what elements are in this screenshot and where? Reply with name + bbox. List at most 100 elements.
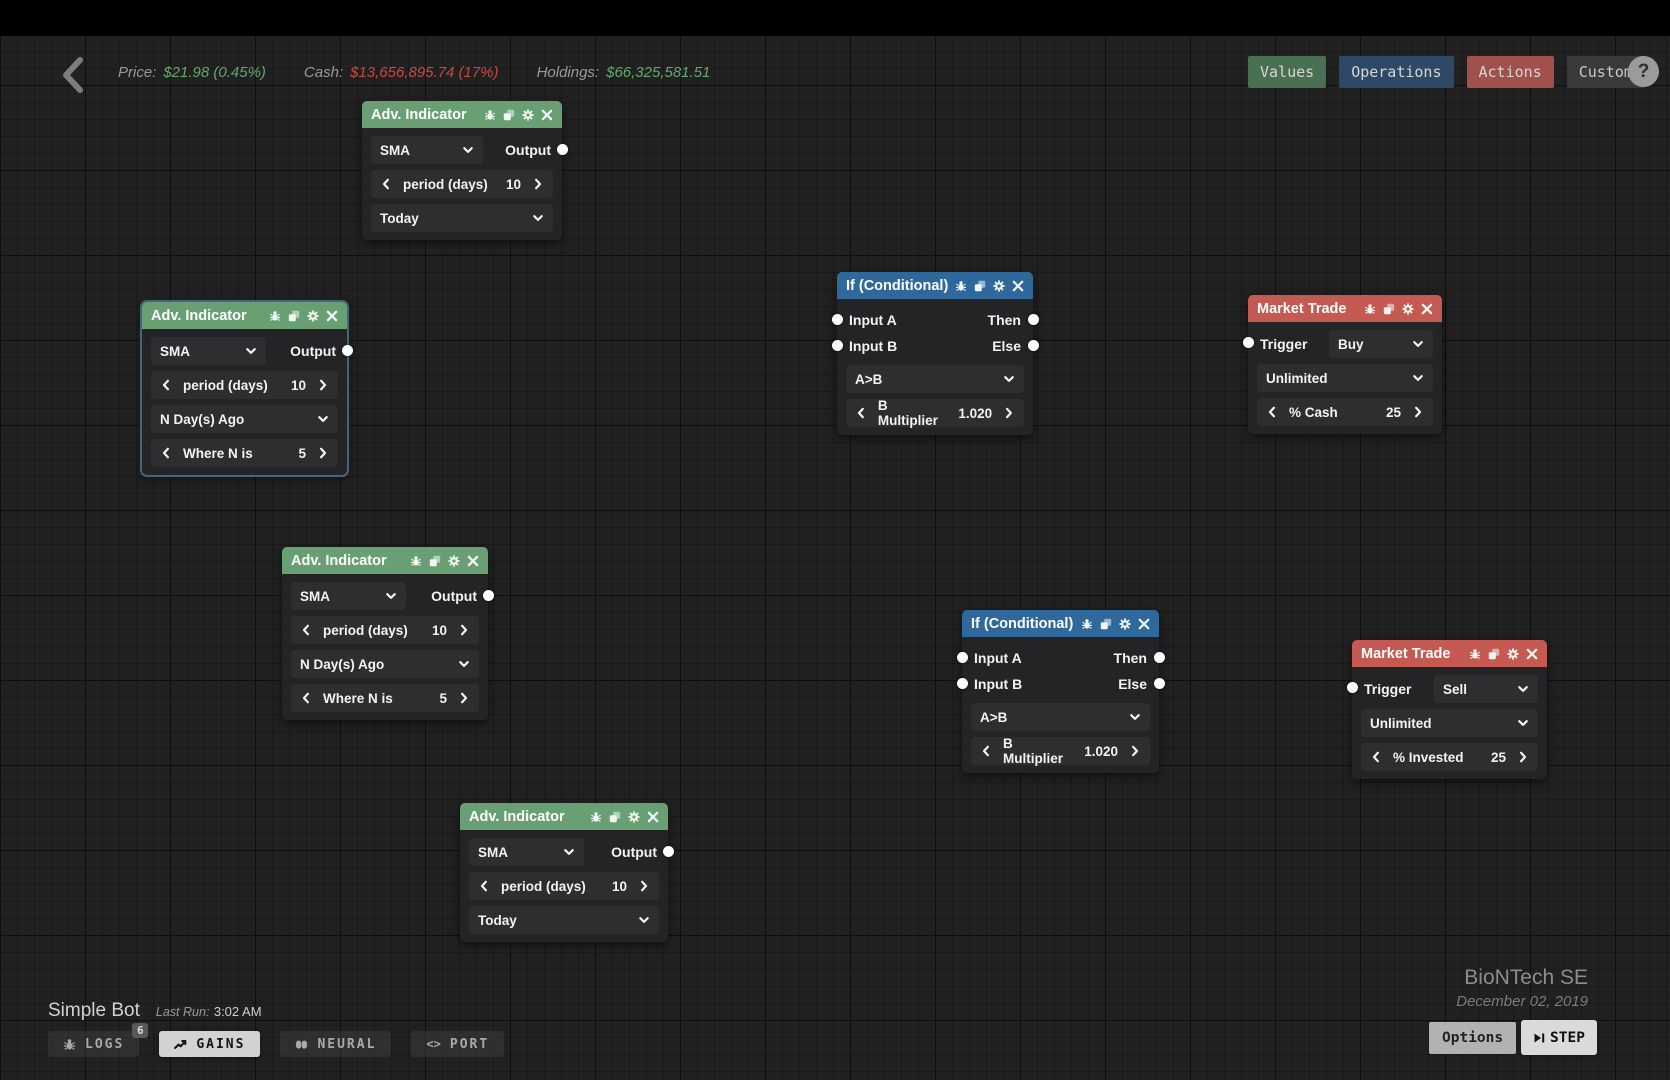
amount-stepper[interactable]: % Cash 25 — [1257, 398, 1433, 426]
timeframe-select[interactable]: N Day(s) Ago — [291, 650, 479, 678]
increment-icon[interactable] — [1412, 406, 1424, 418]
node-header[interactable]: Market Trade — [1352, 640, 1547, 667]
increment-icon[interactable] — [317, 379, 329, 391]
decrement-icon[interactable] — [1266, 406, 1278, 418]
node-header[interactable]: Adv. Indicator — [282, 547, 488, 574]
limit-select[interactable]: Unlimited — [1257, 364, 1433, 392]
indicator-select[interactable]: SMA — [469, 838, 584, 866]
settings-icon[interactable] — [1507, 648, 1519, 660]
node-header[interactable]: Adv. Indicator — [362, 101, 562, 128]
help-button[interactable]: ? — [1628, 56, 1659, 87]
timeframe-select[interactable]: N Day(s) Ago — [151, 405, 338, 433]
trigger-port[interactable] — [1243, 337, 1254, 348]
close-icon[interactable] — [1138, 618, 1150, 630]
debug-icon[interactable] — [955, 280, 967, 292]
decrement-icon[interactable] — [380, 178, 392, 190]
close-icon[interactable] — [326, 310, 338, 322]
close-icon[interactable] — [1421, 303, 1433, 315]
then-port[interactable] — [1154, 652, 1165, 663]
period-stepper[interactable]: period (days) 10 — [469, 872, 659, 900]
settings-icon[interactable] — [1402, 303, 1414, 315]
node-adv-indicator-1[interactable]: Adv. Indicator SMA Output period (days) … — [362, 101, 562, 240]
node-if-conditional-2[interactable]: If (Conditional) Input A Then Input B El… — [962, 610, 1159, 773]
node-editor-canvas[interactable]: 20.66 19.31 19.31 20.66 true false 0.030… — [0, 0, 1670, 1080]
output-port[interactable] — [483, 590, 494, 601]
where-n-stepper[interactable]: Where N is 5 — [291, 684, 479, 712]
period-stepper[interactable]: period (days) 10 — [291, 616, 479, 644]
close-icon[interactable] — [467, 555, 479, 567]
increment-icon[interactable] — [1003, 407, 1015, 419]
decrement-icon[interactable] — [300, 624, 312, 636]
increment-icon[interactable] — [638, 880, 650, 892]
decrement-icon[interactable] — [980, 745, 992, 757]
debug-icon[interactable] — [590, 811, 602, 823]
debug-icon[interactable] — [269, 310, 281, 322]
else-port[interactable] — [1028, 340, 1039, 351]
limit-select[interactable]: Unlimited — [1361, 709, 1538, 737]
duplicate-icon[interactable] — [1488, 648, 1500, 660]
else-port[interactable] — [1154, 678, 1165, 689]
close-icon[interactable] — [1526, 648, 1538, 660]
tab-gains[interactable]: GAINS — [159, 1031, 260, 1057]
node-header[interactable]: Adv. Indicator — [142, 302, 347, 329]
tab-port[interactable]: <> PORT — [411, 1031, 504, 1057]
output-port[interactable] — [557, 144, 568, 155]
decrement-icon[interactable] — [300, 692, 312, 704]
debug-icon[interactable] — [410, 555, 422, 567]
close-icon[interactable] — [541, 109, 553, 121]
amount-stepper[interactable]: % Invested 25 — [1361, 743, 1538, 771]
period-stepper[interactable]: period (days) 10 — [371, 170, 553, 198]
debug-icon[interactable] — [484, 109, 496, 121]
increment-icon[interactable] — [532, 178, 544, 190]
timeframe-select[interactable]: Today — [371, 204, 553, 232]
settings-icon[interactable] — [307, 310, 319, 322]
increment-icon[interactable] — [458, 624, 470, 636]
duplicate-icon[interactable] — [288, 310, 300, 322]
duplicate-icon[interactable] — [974, 280, 986, 292]
input-b-port[interactable] — [832, 340, 843, 351]
trade-side-select[interactable]: Buy — [1329, 330, 1433, 358]
condition-select[interactable]: A>B — [971, 703, 1150, 731]
settings-icon[interactable] — [522, 109, 534, 121]
increment-icon[interactable] — [317, 447, 329, 459]
node-adv-indicator-3[interactable]: Adv. Indicator SMA Output period (days) … — [282, 547, 488, 720]
node-market-trade-1[interactable]: Market Trade Trigger Buy Unlimited — [1248, 295, 1442, 434]
increment-icon[interactable] — [1129, 745, 1141, 757]
duplicate-icon[interactable] — [503, 109, 515, 121]
b-multiplier-stepper[interactable]: B Multiplier 1.020 — [971, 737, 1150, 765]
indicator-select[interactable]: SMA — [151, 337, 266, 365]
settings-icon[interactable] — [993, 280, 1005, 292]
period-stepper[interactable]: period (days) 10 — [151, 371, 338, 399]
values-button[interactable]: Values — [1248, 56, 1326, 88]
operations-button[interactable]: Operations — [1339, 56, 1453, 88]
node-adv-indicator-2[interactable]: Adv. Indicator SMA Output period (days) … — [142, 302, 347, 475]
duplicate-icon[interactable] — [1100, 618, 1112, 630]
input-b-port[interactable] — [957, 678, 968, 689]
indicator-select[interactable]: SMA — [371, 136, 483, 164]
options-button[interactable]: Options — [1429, 1022, 1516, 1054]
node-header[interactable]: Market Trade — [1248, 295, 1442, 322]
debug-icon[interactable] — [1081, 618, 1093, 630]
node-if-conditional-1[interactable]: If (Conditional) Input A Then Input B El… — [837, 272, 1033, 435]
back-button[interactable] — [56, 56, 92, 94]
decrement-icon[interactable] — [160, 447, 172, 459]
close-icon[interactable] — [647, 811, 659, 823]
node-header[interactable]: If (Conditional) — [837, 272, 1033, 299]
indicator-select[interactable]: SMA — [291, 582, 406, 610]
input-a-port[interactable] — [832, 314, 843, 325]
close-icon[interactable] — [1012, 280, 1024, 292]
actions-button[interactable]: Actions — [1467, 56, 1554, 88]
increment-icon[interactable] — [458, 692, 470, 704]
debug-icon[interactable] — [1364, 303, 1376, 315]
b-multiplier-stepper[interactable]: B Multiplier 1.020 — [846, 399, 1024, 427]
where-n-stepper[interactable]: Where N is 5 — [151, 439, 338, 467]
node-market-trade-2[interactable]: Market Trade Trigger Sell Unlimited — [1352, 640, 1547, 779]
settings-icon[interactable] — [448, 555, 460, 567]
timeframe-select[interactable]: Today — [469, 906, 659, 934]
decrement-icon[interactable] — [478, 880, 490, 892]
node-adv-indicator-4[interactable]: Adv. Indicator SMA Output period (days) … — [460, 803, 668, 942]
decrement-icon[interactable] — [160, 379, 172, 391]
step-button[interactable]: STEP — [1521, 1020, 1597, 1055]
output-port[interactable] — [663, 846, 674, 857]
then-port[interactable] — [1028, 314, 1039, 325]
